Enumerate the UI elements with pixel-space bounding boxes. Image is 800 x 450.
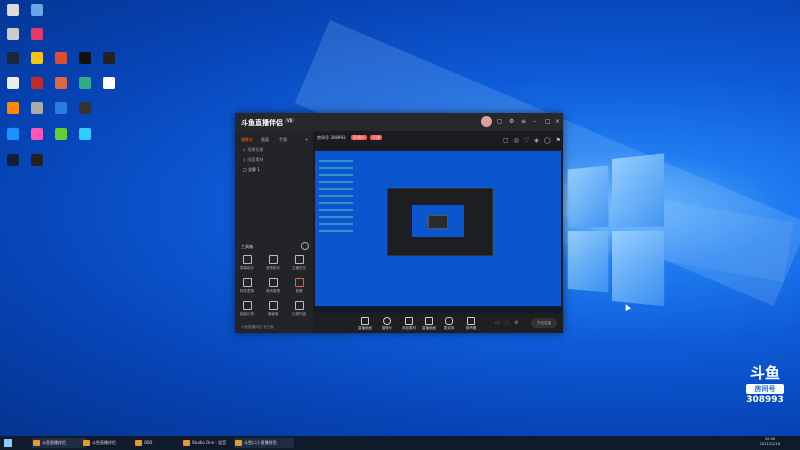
close-icon[interactable]: × (555, 119, 561, 125)
desktop-icon[interactable] (50, 77, 72, 90)
desktop-icon[interactable] (26, 52, 48, 65)
desktop-icon[interactable] (2, 77, 24, 90)
desktop-icon[interactable] (50, 128, 72, 141)
tool-item[interactable]: 超级礼物 (239, 301, 255, 317)
minimize-icon[interactable]: – (533, 119, 539, 125)
mouse-cursor (623, 303, 631, 311)
left-panel: 摄像头 画面 手游 + ▷ 场景切换 ▷ 画面素材 □ 全屏 1 工具箱 屏幕助… (235, 131, 313, 333)
start-live-button[interactable]: 开始直播 (531, 318, 557, 328)
tool-item[interactable]: 特效表情 (239, 278, 255, 294)
skin-icon[interactable]: ◻ (497, 119, 503, 125)
tool-item[interactable]: 房间管理 (265, 278, 281, 294)
tab-camera[interactable]: 摄像头 (241, 137, 253, 143)
toolbox-title: 工具箱 (241, 244, 253, 249)
tab-add[interactable]: + (305, 137, 308, 142)
tool-item[interactable]: 竞猜 (291, 278, 307, 294)
control-button[interactable]: 摄像头 (379, 317, 395, 331)
preview-taskbar (315, 306, 561, 312)
desktop-icon[interactable] (2, 4, 24, 17)
taskbar-item[interactable]: 斗鱼直播伴侣 (32, 438, 86, 448)
desktop-icon[interactable] (26, 102, 48, 115)
menu-scene[interactable]: ▷ 场景切换 (243, 147, 263, 153)
settings-icon[interactable]: ⚙ (509, 119, 515, 125)
avatar[interactable] (481, 116, 492, 127)
tool-item[interactable]: 主播任务 (291, 255, 307, 271)
tool-item[interactable]: 屏幕助手 (239, 255, 255, 271)
footer-text: 斗鱼直播伴侣 官方版 (241, 325, 274, 329)
desktop-icon[interactable] (98, 77, 120, 90)
maximize-icon[interactable]: □ (545, 119, 551, 125)
windows-logo (567, 153, 665, 307)
desktop-icon[interactable] (74, 77, 96, 90)
version-badge: V6 (285, 118, 295, 123)
desktop-icon[interactable] (2, 128, 24, 141)
room-number: 308993 (746, 395, 784, 405)
refresh-icon[interactable] (301, 242, 309, 250)
microphone-button[interactable]: 麦克风 (441, 317, 457, 331)
room-info: 房间号 308993 直播中 开播 (317, 135, 383, 140)
desktop-icon[interactable] (26, 4, 48, 17)
desktop-icon[interactable] (26, 77, 48, 90)
start-icon[interactable] (4, 439, 12, 447)
taskbar: 斗鱼直播伴侣 斗鱼直播伴侣 OBS Studio One - 混音 斗鱼(二)-… (0, 436, 800, 450)
taskbar-item[interactable]: 斗鱼(二)-直播伴侣 (234, 438, 294, 448)
desktop-icon[interactable] (98, 52, 120, 65)
preview-desktop-icons (319, 155, 353, 235)
live-streaming-app-window[interactable]: 斗鱼直播伴侣 V6 ◻ ⚙ ≡ – □ × 摄像头 画面 手游 + ▷ 场景切换… (235, 113, 563, 333)
desktop-icon[interactable] (26, 154, 48, 167)
tool-item[interactable]: 弹幕墙 (265, 301, 281, 317)
app-logo: 斗鱼直播伴侣 (241, 119, 283, 127)
douyu-logo: 斗鱼 (749, 364, 780, 382)
taskbar-item[interactable]: Studio One - 混音 (182, 438, 242, 448)
control-button[interactable]: 直播画面 (421, 317, 437, 331)
desktop-icon[interactable] (26, 128, 48, 141)
extra-icons[interactable]: ▭◌⚙ (495, 320, 524, 326)
desktop-icon[interactable] (74, 128, 96, 141)
douyu-watermark: 斗鱼 房间号 308993 (742, 362, 788, 405)
control-bar: 直播画面 摄像头 添加素材 直播画面 麦克风 扬声器 ▭◌⚙ 开始直播 (313, 314, 563, 333)
title-bar: 斗鱼直播伴侣 V6 ◻ ⚙ ≡ – □ × (235, 113, 563, 131)
menu-icon[interactable]: ≡ (521, 119, 527, 125)
room-tag: 房间号 (746, 384, 784, 394)
desktop-icon[interactable] (74, 52, 96, 65)
desktop-icon[interactable] (2, 28, 24, 41)
control-button[interactable]: 直播画面 (357, 317, 373, 331)
tool-item[interactable]: 礼物托盘 (291, 301, 307, 317)
desktop-icon[interactable] (2, 154, 24, 167)
taskbar-clock[interactable]: 20:46 2021/12/16 (760, 437, 780, 447)
main-area: 房间号 308993 直播中 开播 ▢◎♡◈◯⚑ 直播画面 摄像头 添加素材 直… (313, 131, 563, 333)
tab-mobile[interactable]: 手游 (279, 137, 287, 143)
desktop-icon[interactable] (2, 102, 24, 115)
desktop-icon[interactable] (50, 102, 72, 115)
menu-fullscreen[interactable]: □ 全屏 1 (243, 167, 260, 173)
taskbar-item[interactable]: 斗鱼直播伴侣 (82, 438, 136, 448)
tab-screen[interactable]: 画面 (261, 137, 269, 143)
desktop-icon[interactable] (74, 102, 96, 115)
desktop-icon[interactable] (26, 28, 48, 41)
taskbar-item[interactable]: OBS (134, 438, 178, 448)
desktop-icon[interactable] (2, 52, 24, 65)
room-toolbar-icons[interactable]: ▢◎♡◈◯⚑ (503, 137, 566, 144)
desktop: 斗鱼直播伴侣 V6 ◻ ⚙ ≡ – □ × 摄像头 画面 手游 + ▷ 场景切换… (0, 0, 800, 436)
control-button[interactable]: 添加素材 (401, 317, 417, 331)
speaker-button[interactable]: 扬声器 (463, 317, 479, 331)
menu-material[interactable]: ▷ 画面素材 (243, 157, 263, 163)
tool-item[interactable]: 语音助手 (265, 255, 281, 271)
stream-preview[interactable] (315, 151, 561, 312)
desktop-icon[interactable] (50, 52, 72, 65)
nested-preview-window (387, 188, 493, 256)
